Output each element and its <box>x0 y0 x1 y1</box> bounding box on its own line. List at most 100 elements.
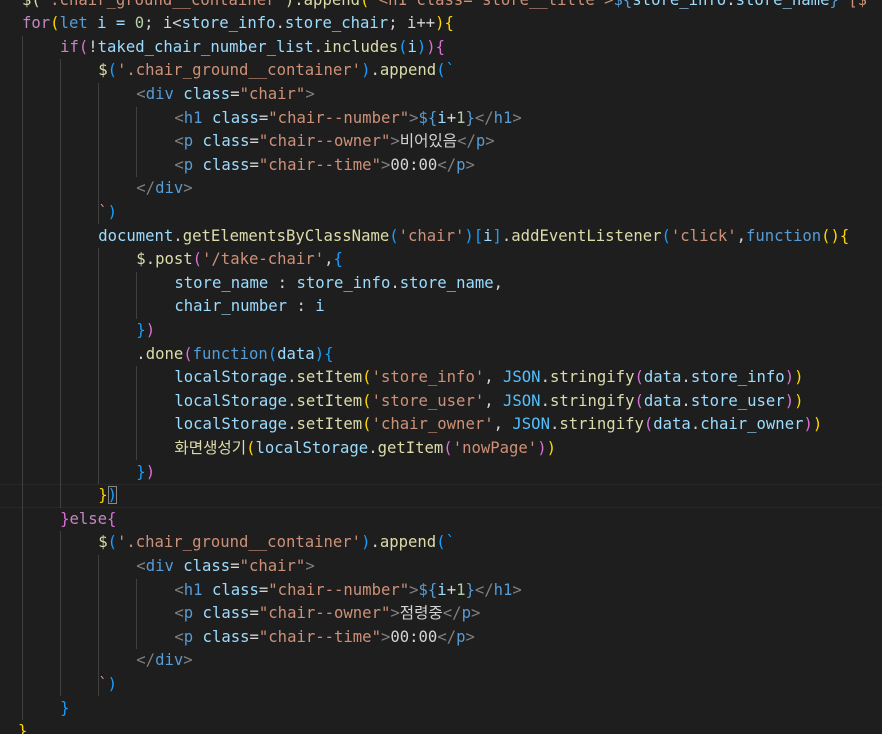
code-line[interactable]: `) <box>22 673 117 697</box>
function-token: $ <box>136 250 146 269</box>
code-line[interactable]: <p class="chair--time">00:00</p> <box>22 154 474 178</box>
tag-bracket-token: </ <box>474 580 494 599</box>
variable-token: chair_number <box>174 297 288 316</box>
tag-bracket-token: </ <box>437 627 457 646</box>
string-token: '.chair_ground__container' <box>116 61 362 80</box>
string-token: "chair--owner" <box>258 604 391 623</box>
bracket-token: ( <box>246 438 256 457</box>
tag-bracket-token: < <box>174 132 184 151</box>
code-line[interactable]: 화면생성기(localStorage.getItem('nowPage')) <box>22 437 556 461</box>
code-line[interactable]: <p class="chair--time">00:00</p> <box>22 626 474 650</box>
variable-token: i <box>437 580 447 599</box>
bracket-token: ) <box>803 415 813 434</box>
tag-bracket-token: > <box>380 155 391 174</box>
tag-bracket-token: > <box>512 580 522 599</box>
bracket-token: ) <box>426 37 436 56</box>
code-line[interactable]: <p class="chair--owner">점령중</p> <box>22 602 480 626</box>
code-line[interactable]: }else{ <box>22 508 116 532</box>
bracket-token: ( <box>107 533 117 552</box>
tag-bracket-token: > <box>485 132 495 151</box>
code-line[interactable]: </div> <box>22 177 193 201</box>
tag-bracket-token: </ <box>136 651 156 670</box>
code-line[interactable]: <h1 class="chair--number">${i+1}</h1> <box>22 579 522 603</box>
code-line[interactable]: }) <box>22 319 155 343</box>
bracket-token: [ <box>473 226 484 245</box>
variable-token: data <box>653 415 691 434</box>
keyword-token: } <box>465 108 475 127</box>
text-token: . <box>136 344 146 363</box>
code-line[interactable]: document.getElementsByClassName('chair')… <box>22 225 849 249</box>
variable-token: data <box>643 368 682 387</box>
string-token: 'click' <box>670 226 737 245</box>
tag-bracket-token: > <box>183 179 193 198</box>
string-token: 'store_info' <box>371 368 485 387</box>
bracket-token: ( <box>362 391 372 410</box>
code-line[interactable]: localStorage.setItem('store_info', JSON.… <box>22 366 803 390</box>
tag-name-token: div <box>145 84 174 103</box>
bracket-token: { <box>444 14 454 33</box>
code-line[interactable]: <h1 class="chair--number">${i+1}</h1> <box>22 107 521 131</box>
bracket-token: ( <box>183 344 193 363</box>
attribute-token: class <box>193 627 250 646</box>
code-line[interactable]: store_name : store_info.store_name, <box>22 272 503 296</box>
code-line[interactable]: $('.chair_ground__container').append(` <box>22 59 455 83</box>
string-token: "chair--number" <box>268 580 410 599</box>
variable-token: localStorage <box>174 415 288 434</box>
tag-name-token: h1 <box>493 108 513 127</box>
code-line[interactable]: if(!taked_chair_number_list.includes(i))… <box>22 36 445 60</box>
bracket-token: { <box>324 344 334 363</box>
tag-bracket-token: > <box>409 580 419 599</box>
code-line[interactable]: } <box>22 697 69 721</box>
code-line[interactable]: }) <box>22 461 155 485</box>
text-token: . <box>549 415 560 434</box>
tag-bracket-token: </ <box>136 179 156 198</box>
text-token: = <box>258 580 269 599</box>
text-token: , <box>484 391 504 410</box>
code-line[interactable]: }) <box>22 484 117 508</box>
text-token: . <box>501 226 512 245</box>
code-editor[interactable]: $('.chair_ground__container').append(`<h… <box>0 0 882 734</box>
function-token: post <box>155 250 193 269</box>
bracket-token: ) <box>812 415 823 434</box>
bracket-token: ) <box>107 202 117 221</box>
tag-name-token: div <box>145 556 174 575</box>
code-line[interactable]: $('.chair_ground__container').append(`<h… <box>22 0 867 12</box>
text-token: , <box>493 415 513 434</box>
code-line[interactable]: .done(function(data){ <box>22 343 333 367</box>
function-token: setItem <box>296 415 363 434</box>
attribute-token: class <box>193 155 250 174</box>
tag-name-token: h1 <box>183 580 203 599</box>
tag-bracket-token: < <box>174 108 184 127</box>
code-line[interactable]: $('.chair_ground__container').append(` <box>22 531 455 555</box>
function-token: stringify <box>549 368 635 387</box>
string-token: '/take-chair' <box>202 250 325 269</box>
code-line[interactable]: <p class="chair--owner">비어있음</p> <box>22 130 495 154</box>
code-line[interactable]: </div> <box>22 649 192 673</box>
function-token: getElementsByClassName <box>182 226 390 245</box>
tag-bracket-token: </ <box>442 604 462 623</box>
code-line[interactable]: } <box>18 720 27 734</box>
string-token: "chair--owner" <box>258 132 391 151</box>
tag-bracket-token: </ <box>474 108 494 127</box>
function-token: setItem <box>296 391 363 410</box>
code-line[interactable]: for(let i = 0; i<store_info.store_chair;… <box>22 12 454 36</box>
code-line[interactable]: chair_number : i <box>22 295 324 319</box>
code-line[interactable]: localStorage.setItem('store_user', JSON.… <box>22 390 803 414</box>
code-line[interactable]: <div class="chair"> <box>22 83 314 107</box>
bracket-token: } <box>60 698 70 717</box>
text-token: = <box>249 604 259 623</box>
function-token: append <box>379 533 437 552</box>
bracket-token: ( <box>661 226 671 245</box>
code-line[interactable]: $.post('/take-chair',{ <box>22 248 343 272</box>
control-keyword-token: if <box>60 37 79 56</box>
code-line[interactable]: `) <box>22 201 117 225</box>
text-token: 00:00 <box>390 627 438 646</box>
code-line[interactable]: localStorage.setItem('chair_owner', JSON… <box>22 413 822 437</box>
function-token: $( <box>22 0 41 9</box>
text-token: . <box>540 391 550 410</box>
bracket-token: ( <box>78 37 89 56</box>
code-line[interactable]: <div class="chair"> <box>22 555 314 579</box>
text-token: . <box>681 368 691 387</box>
tag-name-token: h1 <box>493 580 513 599</box>
variable-token: store_info <box>690 368 785 387</box>
